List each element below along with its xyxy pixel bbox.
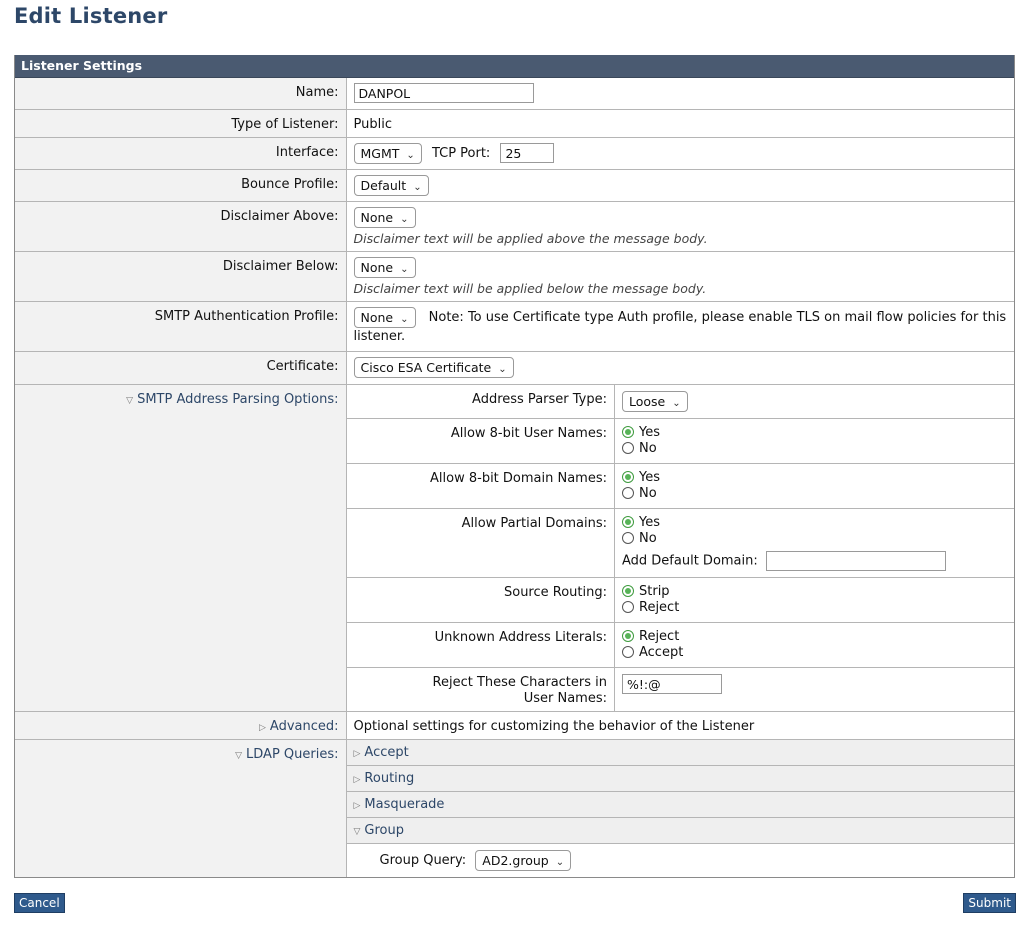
group-query-label: Group Query: bbox=[379, 853, 467, 868]
ldap-accept-item[interactable]: ▷ Accept bbox=[346, 740, 1014, 766]
row-address-parsing: ▽ SMTP Address Parsing Options: Address P… bbox=[15, 384, 1014, 712]
parser-type-label: Address Parser Type: bbox=[346, 384, 615, 419]
radio-icon bbox=[622, 441, 634, 454]
address-literals-accept[interactable]: Accept bbox=[622, 645, 1007, 661]
radio-icon bbox=[622, 600, 634, 613]
row-type: Type of Listener: Public bbox=[15, 109, 1014, 138]
listener-settings-panel: Listener Settings Name: DANPOL Type of L… bbox=[14, 55, 1015, 878]
section-header: Listener Settings bbox=[15, 55, 1014, 78]
ldap-group-item[interactable]: ▽ Group bbox=[346, 817, 1014, 844]
default-domain-label: Add Default Domain: bbox=[622, 553, 758, 568]
address-literals-label: Unknown Address Literals: bbox=[346, 622, 615, 668]
partial-domains-no[interactable]: No bbox=[622, 531, 1007, 547]
disclaimer-above-hint: Disclaimer text will be applied above th… bbox=[353, 230, 708, 246]
row-name: Name: DANPOL bbox=[15, 78, 1014, 110]
type-value: Public bbox=[346, 109, 1014, 138]
triangle-right-icon: ▷ bbox=[353, 749, 361, 759]
submit-button[interactable]: Submit bbox=[963, 893, 1016, 913]
smtp-auth-label: SMTP Authentication Profile: bbox=[15, 301, 347, 352]
settings-table: Name: DANPOL Type of Listener: Public In… bbox=[15, 78, 1014, 877]
disclaimer-below-select[interactable]: None ⌄ bbox=[353, 256, 416, 278]
ldap-masquerade-item[interactable]: ▷ Masquerade bbox=[346, 791, 1014, 818]
row-advanced: ▷ Advanced: Optional settings for customi… bbox=[15, 711, 1014, 740]
certificate-label: Certificate: bbox=[15, 351, 347, 385]
reject-chars-label: Reject These Characters in User Names: bbox=[346, 667, 615, 711]
row-disclaimer-below: Disclaimer Below: None ⌄ Disclaimer text … bbox=[15, 251, 1014, 302]
domain-names-yes[interactable]: Yes bbox=[622, 470, 1007, 486]
source-routing-reject[interactable]: Reject bbox=[622, 600, 1007, 616]
interface-select[interactable]: MGMT ⌄ bbox=[353, 142, 422, 164]
chevron-down-icon: ⌄ bbox=[400, 263, 409, 275]
chevron-down-icon: ⌄ bbox=[400, 313, 409, 325]
disclaimer-below-hint: Disclaimer text will be applied below th… bbox=[353, 280, 707, 296]
chevron-down-icon: ⌄ bbox=[406, 149, 415, 161]
group-query-select[interactable]: AD2.group ⌄ bbox=[475, 850, 572, 871]
radio-selected-icon bbox=[622, 470, 634, 483]
name-label: Name: bbox=[15, 78, 347, 110]
row-disclaimer-above: Disclaimer Above: None ⌄ Disclaimer text … bbox=[15, 201, 1014, 252]
certificate-select[interactable]: Cisco ESA Certificate ⌄ bbox=[353, 356, 514, 378]
bounce-label: Bounce Profile: bbox=[15, 169, 347, 202]
disclaimer-above-select[interactable]: None ⌄ bbox=[353, 206, 416, 228]
name-input[interactable]: DANPOL bbox=[353, 83, 534, 103]
cancel-button[interactable]: Cancel bbox=[14, 893, 65, 913]
type-label: Type of Listener: bbox=[15, 109, 347, 138]
disclaimer-below-label: Disclaimer Below: bbox=[15, 251, 347, 302]
ldap-routing-item[interactable]: ▷ Routing bbox=[346, 765, 1014, 792]
radio-selected-icon bbox=[622, 629, 634, 642]
radio-selected-icon bbox=[622, 515, 634, 528]
triangle-right-icon: ▷ bbox=[353, 801, 361, 811]
advanced-description: Optional settings for customizing the be… bbox=[346, 711, 1014, 740]
smtp-auth-note: Note: To use Certificate type Auth profi… bbox=[353, 309, 1007, 344]
interface-label: Interface: bbox=[15, 137, 347, 170]
address-literals-reject[interactable]: Reject bbox=[622, 629, 1007, 645]
chevron-down-icon: ⌄ bbox=[555, 857, 565, 868]
advanced-toggle[interactable]: ▷ Advanced: bbox=[15, 711, 347, 740]
triangle-right-icon: ▷ bbox=[258, 723, 266, 733]
disclaimer-above-label: Disclaimer Above: bbox=[15, 201, 347, 252]
chevron-down-icon: ⌄ bbox=[413, 181, 422, 193]
bounce-profile-select[interactable]: Default ⌄ bbox=[353, 174, 429, 196]
user-names-no[interactable]: No bbox=[622, 441, 1007, 457]
chevron-down-icon: ⌄ bbox=[498, 363, 507, 375]
source-routing-label: Source Routing: bbox=[346, 577, 615, 623]
ldap-table: ▷ Accept ▷ Routing ▷ Masquerade ▽ Group Grou… bbox=[346, 740, 1014, 877]
radio-icon bbox=[622, 531, 634, 544]
reject-chars-input[interactable]: %!:@ bbox=[622, 673, 722, 694]
user-names-yes[interactable]: Yes bbox=[622, 425, 1007, 441]
tcp-port-label: TCP Port: bbox=[431, 145, 491, 161]
triangle-right-icon: ▷ bbox=[353, 775, 361, 785]
ldap-toggle[interactable]: ▽ LDAP Queries: bbox=[15, 739, 347, 877]
row-smtp-auth: SMTP Authentication Profile: None ⌄ Note:… bbox=[15, 301, 1014, 352]
chevron-down-icon: ⌄ bbox=[400, 213, 409, 225]
chevron-down-icon: ⌄ bbox=[672, 397, 681, 409]
partial-domains-yes[interactable]: Yes bbox=[622, 515, 1007, 531]
address-parsing-table: Address Parser Type: Loose ⌄ Allow 8-bit … bbox=[346, 384, 1014, 711]
domain-names-label: Allow 8-bit Domain Names: bbox=[346, 463, 615, 509]
radio-selected-icon bbox=[622, 425, 634, 438]
address-parsing-toggle[interactable]: ▽ SMTP Address Parsing Options: bbox=[15, 384, 347, 712]
triangle-down-icon: ▽ bbox=[126, 395, 134, 406]
row-certificate: Certificate: Cisco ESA Certificate ⌄ bbox=[15, 351, 1014, 385]
row-ldap: ▽ LDAP Queries: ▷ Accept ▷ Routing ▷ Masquer… bbox=[15, 739, 1014, 877]
radio-icon bbox=[622, 486, 634, 499]
triangle-down-icon: ▽ bbox=[353, 827, 361, 837]
triangle-down-icon: ▽ bbox=[235, 751, 243, 761]
radio-icon bbox=[622, 645, 634, 658]
user-names-label: Allow 8-bit User Names: bbox=[346, 418, 615, 464]
parser-type-select[interactable]: Loose ⌄ bbox=[622, 390, 688, 412]
default-domain-input[interactable] bbox=[765, 550, 946, 571]
domain-names-no[interactable]: No bbox=[622, 486, 1007, 502]
row-bounce-profile: Bounce Profile: Default ⌄ bbox=[15, 169, 1014, 202]
partial-domains-label: Allow Partial Domains: bbox=[346, 508, 615, 578]
page-title: Edit Listener bbox=[14, 4, 168, 28]
row-interface: Interface: MGMT ⌄ TCP Port: 25 bbox=[15, 137, 1014, 170]
source-routing-strip[interactable]: Strip bbox=[622, 584, 1007, 600]
smtp-auth-select[interactable]: None ⌄ bbox=[353, 306, 416, 328]
tcp-port-input[interactable]: 25 bbox=[500, 143, 555, 163]
radio-selected-icon bbox=[622, 584, 634, 597]
